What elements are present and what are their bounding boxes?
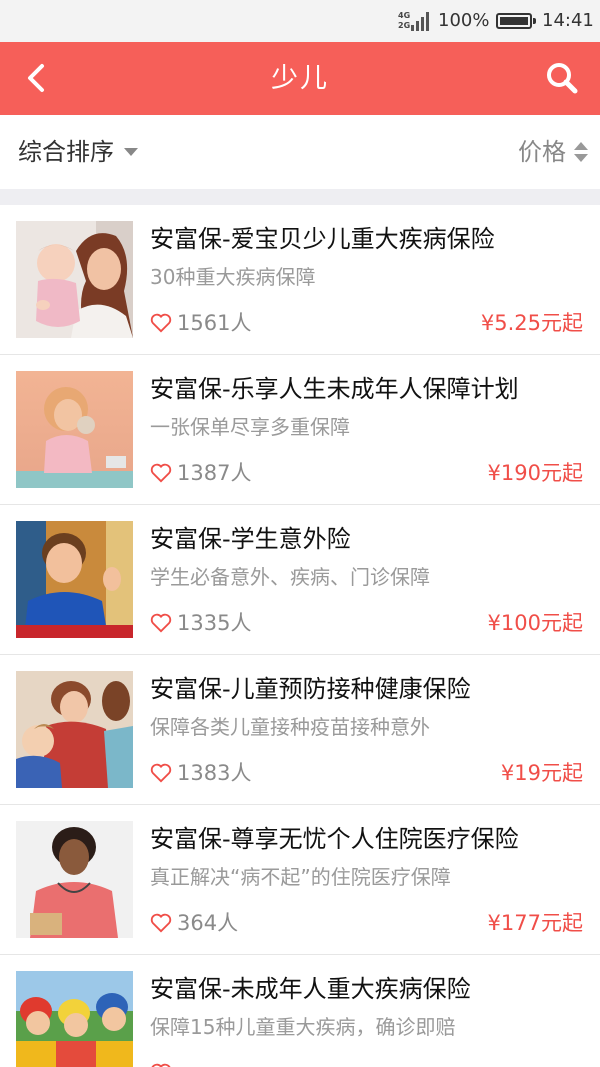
status-bar: 4G 2G 100% 14:41 xyxy=(0,0,600,42)
signal-icon: 4G 2G xyxy=(398,11,432,31)
battery-percent: 100% xyxy=(438,10,490,31)
product-desc: 保障15种儿童重大疾病，确诊即赔 xyxy=(150,1015,456,1039)
like-count[interactable] xyxy=(150,1057,177,1067)
filter-bar: 综合排序 价格 xyxy=(0,115,600,189)
product-thumbnail xyxy=(16,521,133,638)
like-count[interactable]: 1383人 xyxy=(150,757,251,789)
heart-icon xyxy=(150,613,172,633)
likes-count: 1335人 xyxy=(177,611,252,635)
product-thumbnail xyxy=(16,971,133,1067)
sort-arrows-icon xyxy=(574,141,588,163)
like-count[interactable]: 1387人 xyxy=(150,457,251,489)
like-count[interactable]: 364人 xyxy=(150,907,238,939)
caret-down-icon xyxy=(124,148,138,156)
product-item[interactable]: 安富保-尊享无忧个人住院医疗保险 真正解决“病不起”的住院医疗保障 364人 ¥… xyxy=(0,805,600,955)
product-desc: 一张保单尽享多重保障 xyxy=(150,415,350,439)
product-price: ¥100元起 xyxy=(487,611,583,635)
heart-icon xyxy=(151,1063,171,1067)
product-title: 安富保-尊享无忧个人住院医疗保险 xyxy=(150,825,519,853)
battery-icon xyxy=(496,13,536,29)
product-item[interactable]: 安富保-学生意外险 学生必备意外、疾病、门诊保障 1335人 ¥100元起 xyxy=(0,505,600,655)
product-title: 安富保-爱宝贝少儿重大疾病保险 xyxy=(150,225,495,253)
product-desc: 30种重大疾病保障 xyxy=(150,265,316,289)
like-count[interactable]: 1561人 xyxy=(150,307,251,339)
sort-dropdown[interactable]: 综合排序 xyxy=(18,135,138,169)
product-item[interactable]: 安富保-爱宝贝少儿重大疾病保险 30种重大疾病保障 1561人 ¥5.25元起 xyxy=(0,205,600,355)
back-button[interactable] xyxy=(20,60,56,96)
product-title: 安富保-乐享人生未成年人保障计划 xyxy=(150,375,519,403)
like-count[interactable]: 1335人 xyxy=(150,607,251,639)
search-button[interactable] xyxy=(544,60,580,96)
product-desc: 保障各类儿童接种疫苗接种意外 xyxy=(150,715,430,739)
network-type-top: 4G xyxy=(398,11,411,20)
product-price: ¥190元起 xyxy=(487,461,583,485)
chevron-left-icon xyxy=(28,64,44,92)
product-list: 安富保-爱宝贝少儿重大疾病保险 30种重大疾病保障 1561人 ¥5.25元起 … xyxy=(0,205,600,1067)
product-price: ¥5.25元起 xyxy=(480,311,583,335)
likes-count: 364人 xyxy=(177,911,239,935)
heart-icon xyxy=(150,913,172,933)
sort-label: 综合排序 xyxy=(18,138,114,166)
product-thumbnail xyxy=(16,671,133,788)
product-title: 安富保-学生意外险 xyxy=(150,525,351,553)
heart-icon xyxy=(150,463,172,483)
product-price: ¥19元起 xyxy=(500,761,583,785)
product-thumbnail xyxy=(16,371,133,488)
heart-icon xyxy=(150,313,172,333)
section-divider xyxy=(0,189,600,205)
app-header: 少儿 xyxy=(0,42,600,115)
product-title: 安富保-儿童预防接种健康保险 xyxy=(150,675,471,703)
product-item[interactable]: 安富保-未成年人重大疾病保险 保障15种儿童重大疾病，确诊即赔 xyxy=(0,955,600,1067)
product-price: ¥177元起 xyxy=(487,911,583,935)
likes-count: 1387人 xyxy=(177,461,252,485)
product-title: 安富保-未成年人重大疾病保险 xyxy=(150,975,471,1003)
product-desc: 学生必备意外、疾病、门诊保障 xyxy=(150,565,430,589)
status-time: 14:41 xyxy=(542,10,594,31)
page-title: 少儿 xyxy=(271,63,329,94)
likes-count: 1383人 xyxy=(177,761,252,785)
likes-count: 1561人 xyxy=(177,311,252,335)
product-item[interactable]: 安富保-儿童预防接种健康保险 保障各类儿童接种疫苗接种意外 1383人 ¥19元… xyxy=(0,655,600,805)
heart-icon xyxy=(150,763,172,783)
product-thumbnail xyxy=(16,821,133,938)
product-desc: 真正解决“病不起”的住院医疗保障 xyxy=(150,865,451,889)
price-sort-label: 价格 xyxy=(518,138,566,166)
product-item[interactable]: 安富保-乐享人生未成年人保障计划 一张保单尽享多重保障 1387人 ¥190元起 xyxy=(0,355,600,505)
product-thumbnail xyxy=(16,221,133,338)
search-icon xyxy=(547,63,578,94)
network-type-bottom: 2G xyxy=(398,21,411,30)
price-sort-button[interactable]: 价格 xyxy=(518,135,588,169)
